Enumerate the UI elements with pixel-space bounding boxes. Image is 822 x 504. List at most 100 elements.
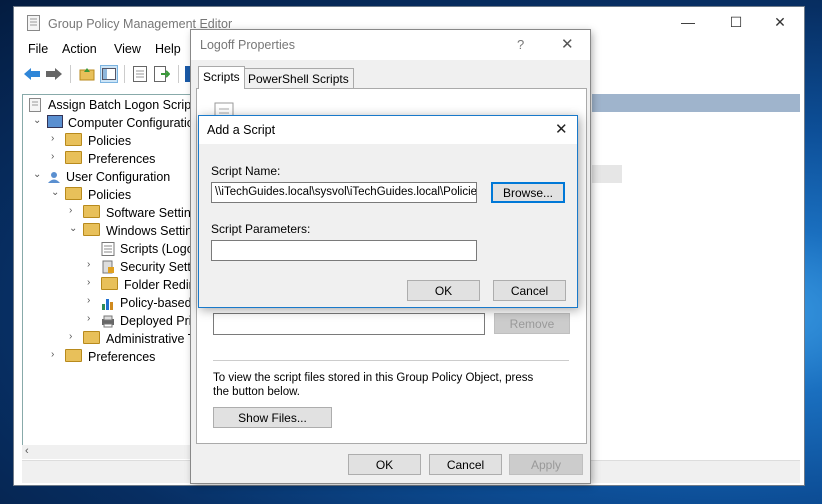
dialog-title: Logoff Properties bbox=[200, 38, 295, 52]
chevron-right-icon[interactable]: › bbox=[69, 331, 79, 342]
results-pane-header bbox=[592, 94, 800, 112]
tree-label: Security Setti bbox=[120, 260, 194, 274]
add-script-dialog: Add a Script ✕ Script Name: \\iTechGuide… bbox=[198, 115, 578, 308]
folder-icon bbox=[65, 349, 82, 362]
tree-label: Preferences bbox=[88, 152, 156, 166]
tree-label: Folder Redire bbox=[124, 278, 194, 292]
cancel-button[interactable]: Cancel bbox=[493, 280, 566, 301]
maximize-button[interactable]: ☐ bbox=[718, 11, 754, 33]
chevron-right-icon[interactable]: › bbox=[87, 295, 97, 306]
forward-arrow-icon[interactable] bbox=[45, 65, 63, 83]
tab-powershell-scripts[interactable]: PowerShell Scripts bbox=[243, 68, 354, 89]
close-window-button[interactable]: ✕ bbox=[762, 11, 798, 33]
chevron-down-icon[interactable]: ⌄ bbox=[33, 169, 43, 180]
folder-icon bbox=[65, 187, 82, 200]
tree-security-settings[interactable]: Security Setti bbox=[101, 258, 194, 276]
folder-icon bbox=[65, 133, 82, 146]
chevron-down-icon[interactable]: ⌄ bbox=[69, 223, 79, 234]
ok-button[interactable]: OK bbox=[348, 454, 421, 475]
chart-icon bbox=[101, 296, 115, 310]
toolbar-separator bbox=[124, 65, 125, 83]
script-name-label: Script Name: bbox=[211, 164, 281, 178]
console-tree: Assign Batch Logon Script [ ⌄ Computer C… bbox=[22, 94, 194, 447]
folder-up-icon[interactable] bbox=[78, 65, 96, 83]
chevron-right-icon[interactable]: › bbox=[87, 259, 97, 270]
chevron-right-icon[interactable]: › bbox=[87, 313, 97, 324]
tree-folder-redirection[interactable]: Folder Redire bbox=[101, 276, 194, 294]
gpo-window-icon bbox=[26, 15, 40, 31]
tree-label: Policies bbox=[88, 134, 132, 148]
tree-label: Deployed Pri bbox=[120, 314, 192, 328]
toolbar-separator bbox=[70, 65, 71, 83]
folder-icon bbox=[83, 205, 100, 218]
script-parameters-label: Script Parameters: bbox=[211, 222, 311, 236]
ok-button[interactable]: OK bbox=[407, 280, 480, 301]
script-icon bbox=[101, 242, 115, 256]
folder-icon bbox=[101, 277, 118, 290]
info-text-line: the button below. bbox=[213, 386, 300, 398]
dialog-title: Add a Script bbox=[207, 123, 276, 137]
toolbar-separator bbox=[178, 65, 179, 83]
minimize-button[interactable]: — bbox=[670, 11, 706, 33]
tree-uc-policies[interactable]: Policies bbox=[65, 186, 131, 204]
tree-windows-settings[interactable]: Windows Setting bbox=[83, 222, 194, 240]
folder-icon bbox=[83, 331, 100, 344]
chevron-right-icon[interactable]: › bbox=[51, 151, 61, 162]
info-text-line: To view the script files stored in this … bbox=[213, 372, 534, 384]
tree-cc-policies[interactable]: Policies bbox=[65, 132, 131, 150]
folder-icon bbox=[65, 151, 82, 164]
tree-label: User Configuration bbox=[66, 170, 171, 184]
menu-help[interactable]: Help bbox=[155, 42, 181, 56]
show-files-button[interactable]: Show Files... bbox=[213, 407, 332, 428]
close-icon[interactable]: ✕ bbox=[555, 120, 568, 138]
scroll-left-icon[interactable]: ‹ bbox=[25, 445, 29, 457]
tree-label: Policy-based bbox=[120, 296, 192, 310]
properties-icon[interactable] bbox=[131, 65, 149, 83]
menu-view[interactable]: View bbox=[114, 42, 141, 56]
tree-label: Windows Setting bbox=[106, 224, 194, 238]
export-icon[interactable] bbox=[153, 65, 171, 83]
chevron-right-icon[interactable]: › bbox=[51, 133, 61, 144]
tree-label: Policies bbox=[88, 188, 132, 202]
close-icon[interactable]: ✕ bbox=[561, 35, 574, 53]
tree-cc-preferences[interactable]: Preferences bbox=[65, 150, 155, 168]
security-icon bbox=[101, 260, 115, 274]
remove-button[interactable]: Remove bbox=[494, 313, 570, 334]
menu-action[interactable]: Action bbox=[62, 42, 97, 56]
script-parameters-input[interactable] bbox=[211, 240, 477, 261]
chevron-down-icon[interactable]: ⌄ bbox=[51, 187, 61, 198]
tree-label: Scripts (Logo bbox=[120, 242, 194, 256]
computer-icon bbox=[47, 115, 63, 128]
browse-button[interactable]: Browse... bbox=[491, 182, 565, 203]
tree-user-configuration[interactable]: User Configuration bbox=[47, 168, 170, 186]
tree-policy-based[interactable]: Policy-based bbox=[101, 294, 192, 312]
tree-admin-templates[interactable]: Administrative T bbox=[83, 330, 193, 348]
tree-label: Software Setting bbox=[106, 206, 194, 220]
tree-software-settings[interactable]: Software Setting bbox=[83, 204, 194, 222]
apply-button[interactable]: Apply bbox=[509, 454, 583, 475]
tab-scripts[interactable]: Scripts bbox=[198, 66, 245, 89]
chevron-right-icon[interactable]: › bbox=[87, 277, 97, 288]
tree-uc-preferences[interactable]: Preferences bbox=[65, 348, 155, 366]
help-button[interactable]: ? bbox=[517, 37, 524, 52]
chevron-right-icon[interactable]: › bbox=[51, 349, 61, 360]
chevron-down-icon[interactable]: ⌄ bbox=[33, 115, 43, 126]
scripts-list[interactable] bbox=[213, 313, 485, 335]
menu-file[interactable]: File bbox=[28, 42, 48, 56]
divider bbox=[213, 360, 569, 361]
tree-root-label: Assign Batch Logon Script [ bbox=[48, 98, 194, 112]
tree-scripts[interactable]: Scripts (Logo bbox=[101, 240, 194, 258]
tree-computer-configuration[interactable]: Computer Configuration bbox=[47, 114, 193, 132]
script-name-input[interactable]: \\iTechGuides.local\sysvol\iTechGuides.l… bbox=[211, 182, 477, 203]
chevron-right-icon[interactable]: › bbox=[69, 205, 79, 216]
window-title: Group Policy Management Editor bbox=[48, 17, 233, 31]
tree-root[interactable]: Assign Batch Logon Script [ bbox=[29, 96, 194, 114]
results-row[interactable] bbox=[592, 165, 622, 183]
folder-icon bbox=[83, 223, 100, 236]
tree-label: Preferences bbox=[88, 350, 156, 364]
console-tree-icon[interactable] bbox=[100, 65, 118, 83]
back-arrow-icon[interactable] bbox=[23, 65, 41, 83]
cancel-button[interactable]: Cancel bbox=[429, 454, 502, 475]
tree-horizontal-scrollbar[interactable]: ‹ bbox=[22, 445, 192, 459]
tree-deployed-printers[interactable]: Deployed Pri bbox=[101, 312, 192, 330]
